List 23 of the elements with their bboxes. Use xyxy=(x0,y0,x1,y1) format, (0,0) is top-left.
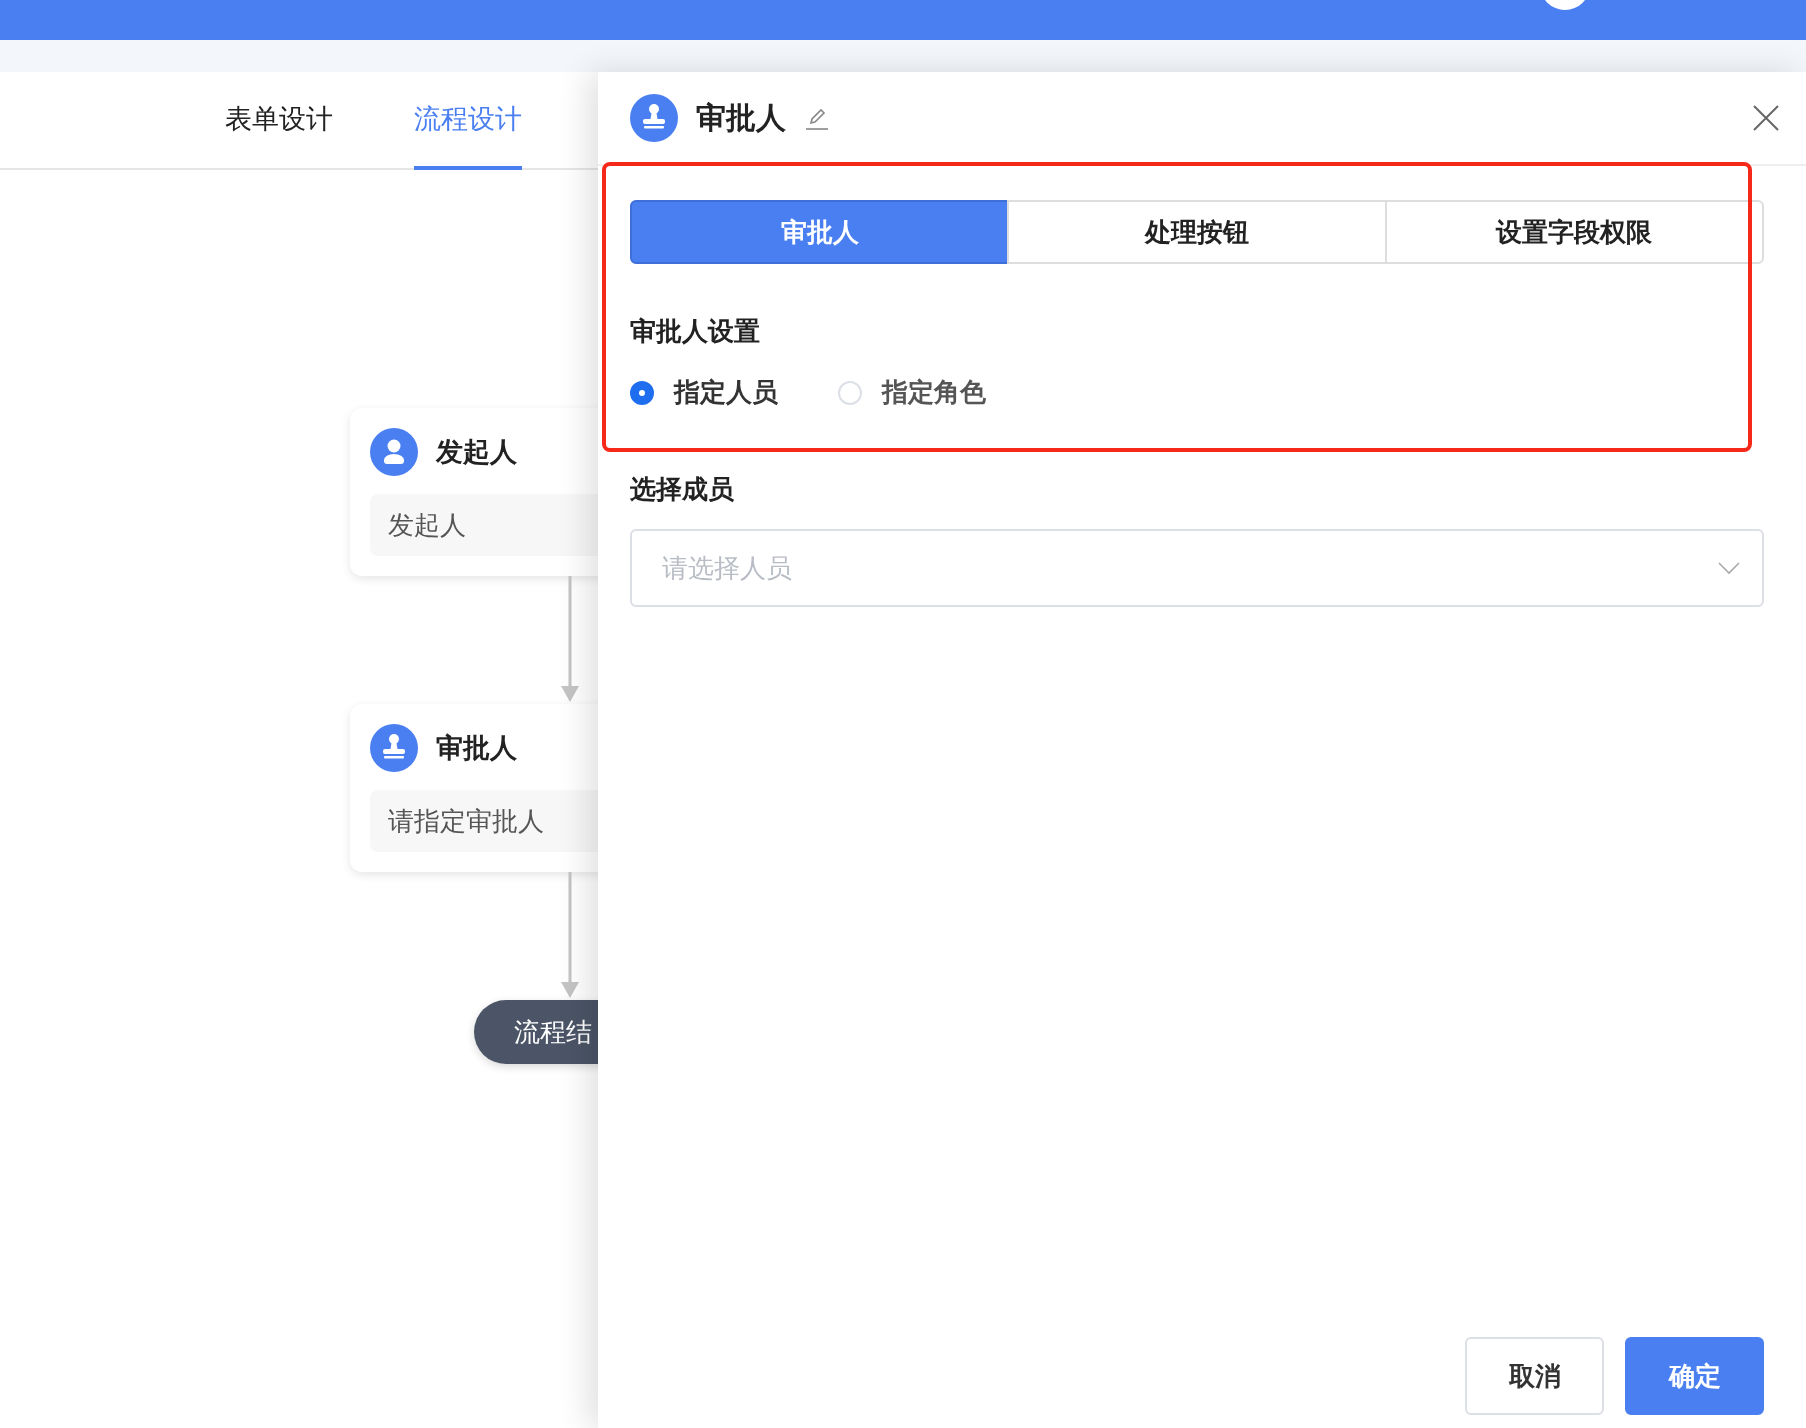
radio-option[interactable]: 指定人员 xyxy=(630,375,778,410)
cancel-button[interactable]: 取消 xyxy=(1465,1337,1604,1415)
node-title: 发起人 xyxy=(436,435,517,469)
person-icon xyxy=(370,428,418,476)
segment-tab[interactable]: 设置字段权限 xyxy=(1384,200,1764,264)
stamp-icon xyxy=(370,724,418,772)
end-node-label: 流程结 xyxy=(514,1015,592,1049)
radio-option[interactable]: 指定角色 xyxy=(838,375,986,410)
stamp-icon xyxy=(630,94,678,142)
page-tab[interactable]: 流程设计 xyxy=(414,72,522,170)
segment-tab[interactable]: 审批人 xyxy=(630,200,1010,264)
drawer-title: 审批人 xyxy=(696,98,786,137)
member-select[interactable]: 请选择人员 xyxy=(630,529,1764,607)
confirm-button[interactable]: 确定 xyxy=(1625,1337,1764,1415)
close-icon[interactable] xyxy=(1752,104,1780,132)
chevron-down-icon xyxy=(1718,561,1740,575)
page-tab[interactable]: 表单设计 xyxy=(225,72,333,170)
radio-label: 指定人员 xyxy=(674,376,778,409)
radio-label: 指定角色 xyxy=(882,376,986,409)
segment-tab[interactable]: 处理按钮 xyxy=(1007,200,1387,264)
node-title: 审批人 xyxy=(436,731,517,765)
radio-button[interactable] xyxy=(630,380,654,405)
section-title: 审批人设置 xyxy=(630,315,761,348)
